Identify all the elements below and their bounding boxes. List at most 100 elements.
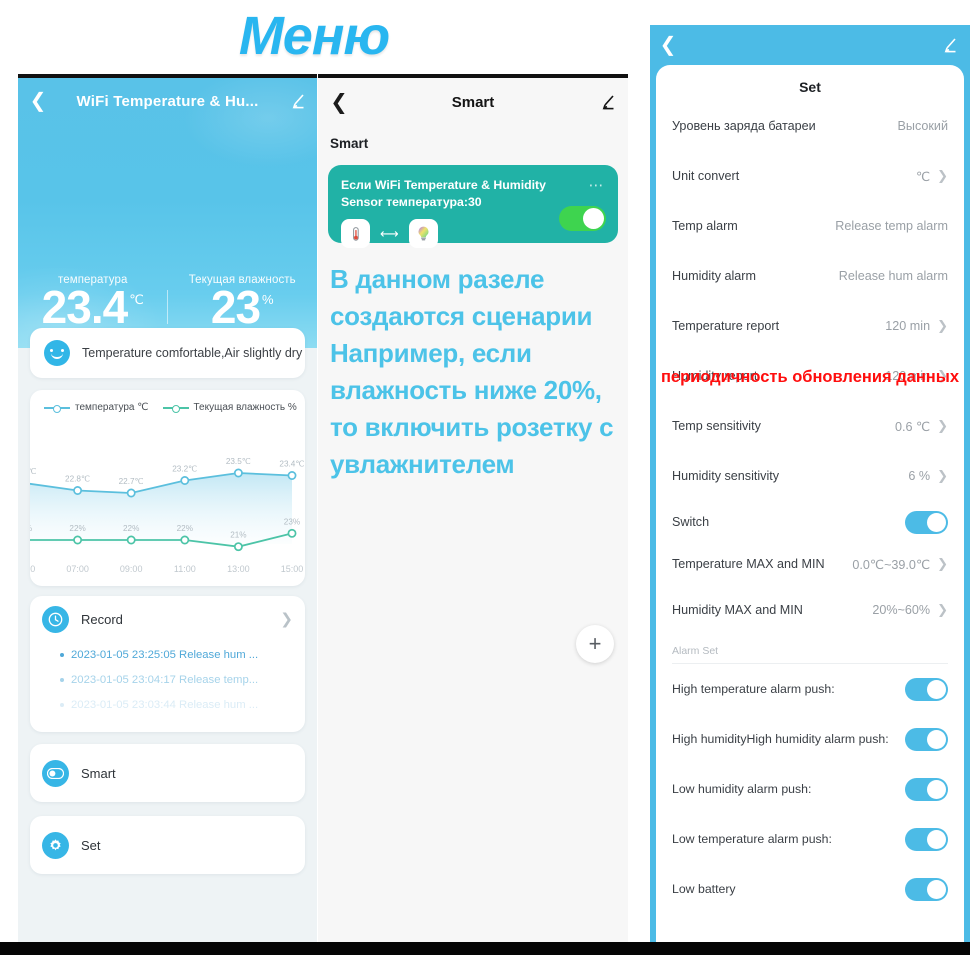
alarm-row-low-humidity[interactable]: Low humidity alarm push: xyxy=(672,764,948,814)
setting-row-humidity-range[interactable]: Humidity MAX and MIN 20%~60% ❯ xyxy=(672,585,948,635)
setting-row-humidity-alarm[interactable]: Humidity alarm Release hum alarm xyxy=(672,251,948,301)
setting-row-humidity-sensitivity[interactable]: Humidity sensitivity 6 % ❯ xyxy=(672,451,948,501)
alarm-key: High humidityHigh humidity alarm push: xyxy=(672,732,889,746)
history-chart-card: температура ℃ Текущая влажность % 23.1℃2… xyxy=(30,390,305,586)
pencil-icon[interactable] xyxy=(928,37,970,54)
record-header[interactable]: Record ❯ xyxy=(30,596,305,642)
record-entry: 2023-01-05 23:25:05 Release hum ... xyxy=(30,642,305,667)
setting-key: Unit convert xyxy=(672,169,740,183)
alarm-row-high-temperature[interactable]: High temperature alarm push: xyxy=(672,664,948,714)
bottom-bar xyxy=(0,942,970,955)
scene-card-text: Если WiFi Temperature & Humidity Sensor … xyxy=(341,178,546,209)
humidity-reading: Текущая влажность 23 % xyxy=(168,274,318,330)
chart-plot: 23.1℃ 22.8℃ 22.7℃ 23.2℃ 23.5℃ 23.4℃ 22% 22% 22% 2… xyxy=(30,426,305,586)
alarm-toggle[interactable] xyxy=(905,677,948,701)
setting-key: Switch xyxy=(672,515,710,529)
add-scene-button[interactable]: + xyxy=(576,625,614,663)
setting-value: 0.0℃~39.0℃ xyxy=(852,557,931,572)
chevron-right-icon: ❯ xyxy=(937,468,948,483)
legend-item-humidity: Текущая влажность % xyxy=(162,402,297,413)
svg-text:23.4℃: 23.4℃ xyxy=(279,460,304,469)
setting-key: Humidity sensitivity xyxy=(672,469,780,483)
setting-value: ℃ xyxy=(915,169,931,184)
humidity-value: 23 xyxy=(210,281,261,333)
chevron-right-icon[interactable]: ❯ xyxy=(280,610,293,628)
device-title: WiFi Temperature & Hu... xyxy=(76,92,259,110)
alarm-row-low-temperature[interactable]: Low temperature alarm push: xyxy=(672,814,948,864)
svg-text:23.2℃: 23.2℃ xyxy=(172,465,197,474)
back-icon[interactable]: ❮ xyxy=(318,92,360,113)
readings-divider xyxy=(167,290,168,324)
humidity-unit: % xyxy=(262,292,274,307)
banner-title: Меню xyxy=(238,6,390,66)
record-entry-text: 2023-01-05 23:04:17 Release temp... xyxy=(71,673,259,686)
svg-text:09:00: 09:00 xyxy=(120,564,143,574)
comfort-status-text: Temperature comfortable,Air slightly dry xyxy=(82,346,303,360)
svg-text:07:00: 07:00 xyxy=(66,564,89,574)
setting-value: Высокий xyxy=(897,119,948,133)
smiley-face-icon xyxy=(44,340,70,366)
record-card[interactable]: Record ❯ 2023-01-05 23:25:05 Release hum… xyxy=(30,596,305,732)
alarm-toggle[interactable] xyxy=(905,827,948,851)
setting-row-temperature-report[interactable]: Temperature report 120 min ❯ xyxy=(672,301,948,351)
alarm-key: Low battery xyxy=(672,882,736,896)
setting-row-temperature-range[interactable]: Temperature MAX and MIN 0.0℃~39.0℃ ❯ xyxy=(672,543,948,585)
smart-section-label: Smart xyxy=(330,136,369,151)
scene-enable-toggle[interactable] xyxy=(559,206,606,231)
legend-marker-temperature xyxy=(44,403,70,413)
setting-row-switch[interactable]: Switch xyxy=(672,501,948,543)
svg-text:13:00: 13:00 xyxy=(227,564,250,574)
alarm-row-high-humidity[interactable]: High humidityHigh humidity alarm push: xyxy=(672,714,948,764)
set-menu-row[interactable]: Set xyxy=(30,816,305,874)
record-entry-text: 2023-01-05 23:25:05 Release hum ... xyxy=(71,648,259,661)
smart-menu-row[interactable]: Smart xyxy=(30,744,305,802)
screenshot-root: Меню ❮ WiFi Temperature & Hu... температ… xyxy=(0,0,970,955)
smart-navbar: ❮ Smart xyxy=(318,78,628,126)
humidity-caption: Текущая влажность xyxy=(188,274,296,286)
chevron-right-icon: ❯ xyxy=(937,418,948,433)
setting-value: Release temp alarm xyxy=(835,219,948,233)
pencil-icon[interactable] xyxy=(586,94,628,111)
clock-icon xyxy=(42,605,69,633)
back-icon[interactable]: ❮ xyxy=(650,35,686,55)
settings-panel: ❮ Set Уровень заряда батареи Высокий Uni… xyxy=(650,25,970,942)
setting-key: Humidity MAX and MIN xyxy=(672,603,803,617)
setting-key: Humidity alarm xyxy=(672,269,756,283)
back-icon[interactable]: ❮ xyxy=(18,91,58,111)
left-right-arrow-icon: ⟷ xyxy=(380,225,399,241)
setting-row-battery: Уровень заряда батареи Высокий xyxy=(672,101,948,151)
alarm-key: Low temperature alarm push: xyxy=(672,832,832,846)
setting-row-unit-convert[interactable]: Unit convert ℃ ❯ xyxy=(672,151,948,201)
alarm-toggle[interactable] xyxy=(905,877,948,901)
alarm-row-low-battery[interactable]: Low battery xyxy=(672,864,948,914)
chevron-right-icon: ❯ xyxy=(937,602,948,617)
switch-toggle[interactable] xyxy=(905,510,948,534)
legend-label-humidity: Текущая влажность % xyxy=(193,402,297,413)
setting-row-temp-alarm[interactable]: Temp alarm Release temp alarm xyxy=(672,201,948,251)
record-label: Record xyxy=(81,611,123,627)
chart-legend: температура ℃ Текущая влажность % xyxy=(30,390,305,413)
svg-text:22%: 22% xyxy=(69,524,85,533)
annotation-report-interval: периодичность обновления данных xyxy=(660,368,960,386)
alarm-toggle[interactable] xyxy=(905,727,948,751)
smart-title: Smart xyxy=(451,93,495,111)
svg-text:22.7℃: 22.7℃ xyxy=(119,477,144,486)
legend-label-temperature: температура ℃ xyxy=(75,402,149,413)
settings-navbar: ❮ xyxy=(650,25,970,65)
svg-text:22%: 22% xyxy=(177,524,193,533)
legend-item-temperature: температура ℃ xyxy=(44,402,149,413)
legend-marker-humidity xyxy=(162,403,189,413)
settings-title: Set xyxy=(799,79,821,95)
scene-card[interactable]: Если WiFi Temperature & Humidity Sensor … xyxy=(328,165,618,249)
record-entry: 2023-01-05 23:03:44 Release hum ... xyxy=(30,692,305,717)
setting-row-temp-sensitivity[interactable]: Temp sensitivity 0.6 ℃ ❯ xyxy=(672,401,948,451)
ellipsis-icon[interactable]: ⋯ xyxy=(589,178,606,193)
svg-text:05:00: 05:00 xyxy=(30,564,35,574)
device-navbar: ❮ WiFi Temperature & Hu... xyxy=(18,78,317,124)
setting-key: Temp alarm xyxy=(672,219,738,233)
setting-value: 120 min xyxy=(885,319,931,333)
alarm-toggle[interactable] xyxy=(905,777,948,801)
setting-value: 20%~60% xyxy=(872,603,931,617)
thermometer-icon xyxy=(341,219,370,249)
pencil-icon[interactable] xyxy=(277,93,317,110)
